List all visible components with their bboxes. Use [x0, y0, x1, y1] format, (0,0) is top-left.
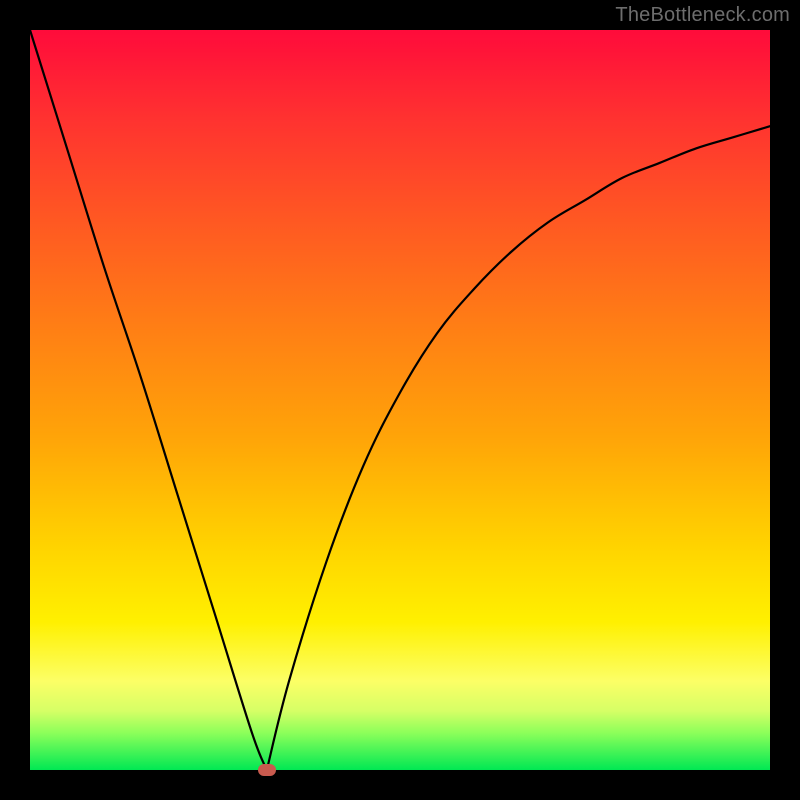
- plot-area: [30, 30, 770, 770]
- curve-right: [267, 126, 770, 770]
- minimum-marker: [258, 764, 276, 776]
- chart-frame: TheBottleneck.com: [0, 0, 800, 800]
- curve-left: [30, 30, 267, 770]
- curve-svg: [30, 30, 770, 770]
- watermark-text: TheBottleneck.com: [615, 4, 790, 27]
